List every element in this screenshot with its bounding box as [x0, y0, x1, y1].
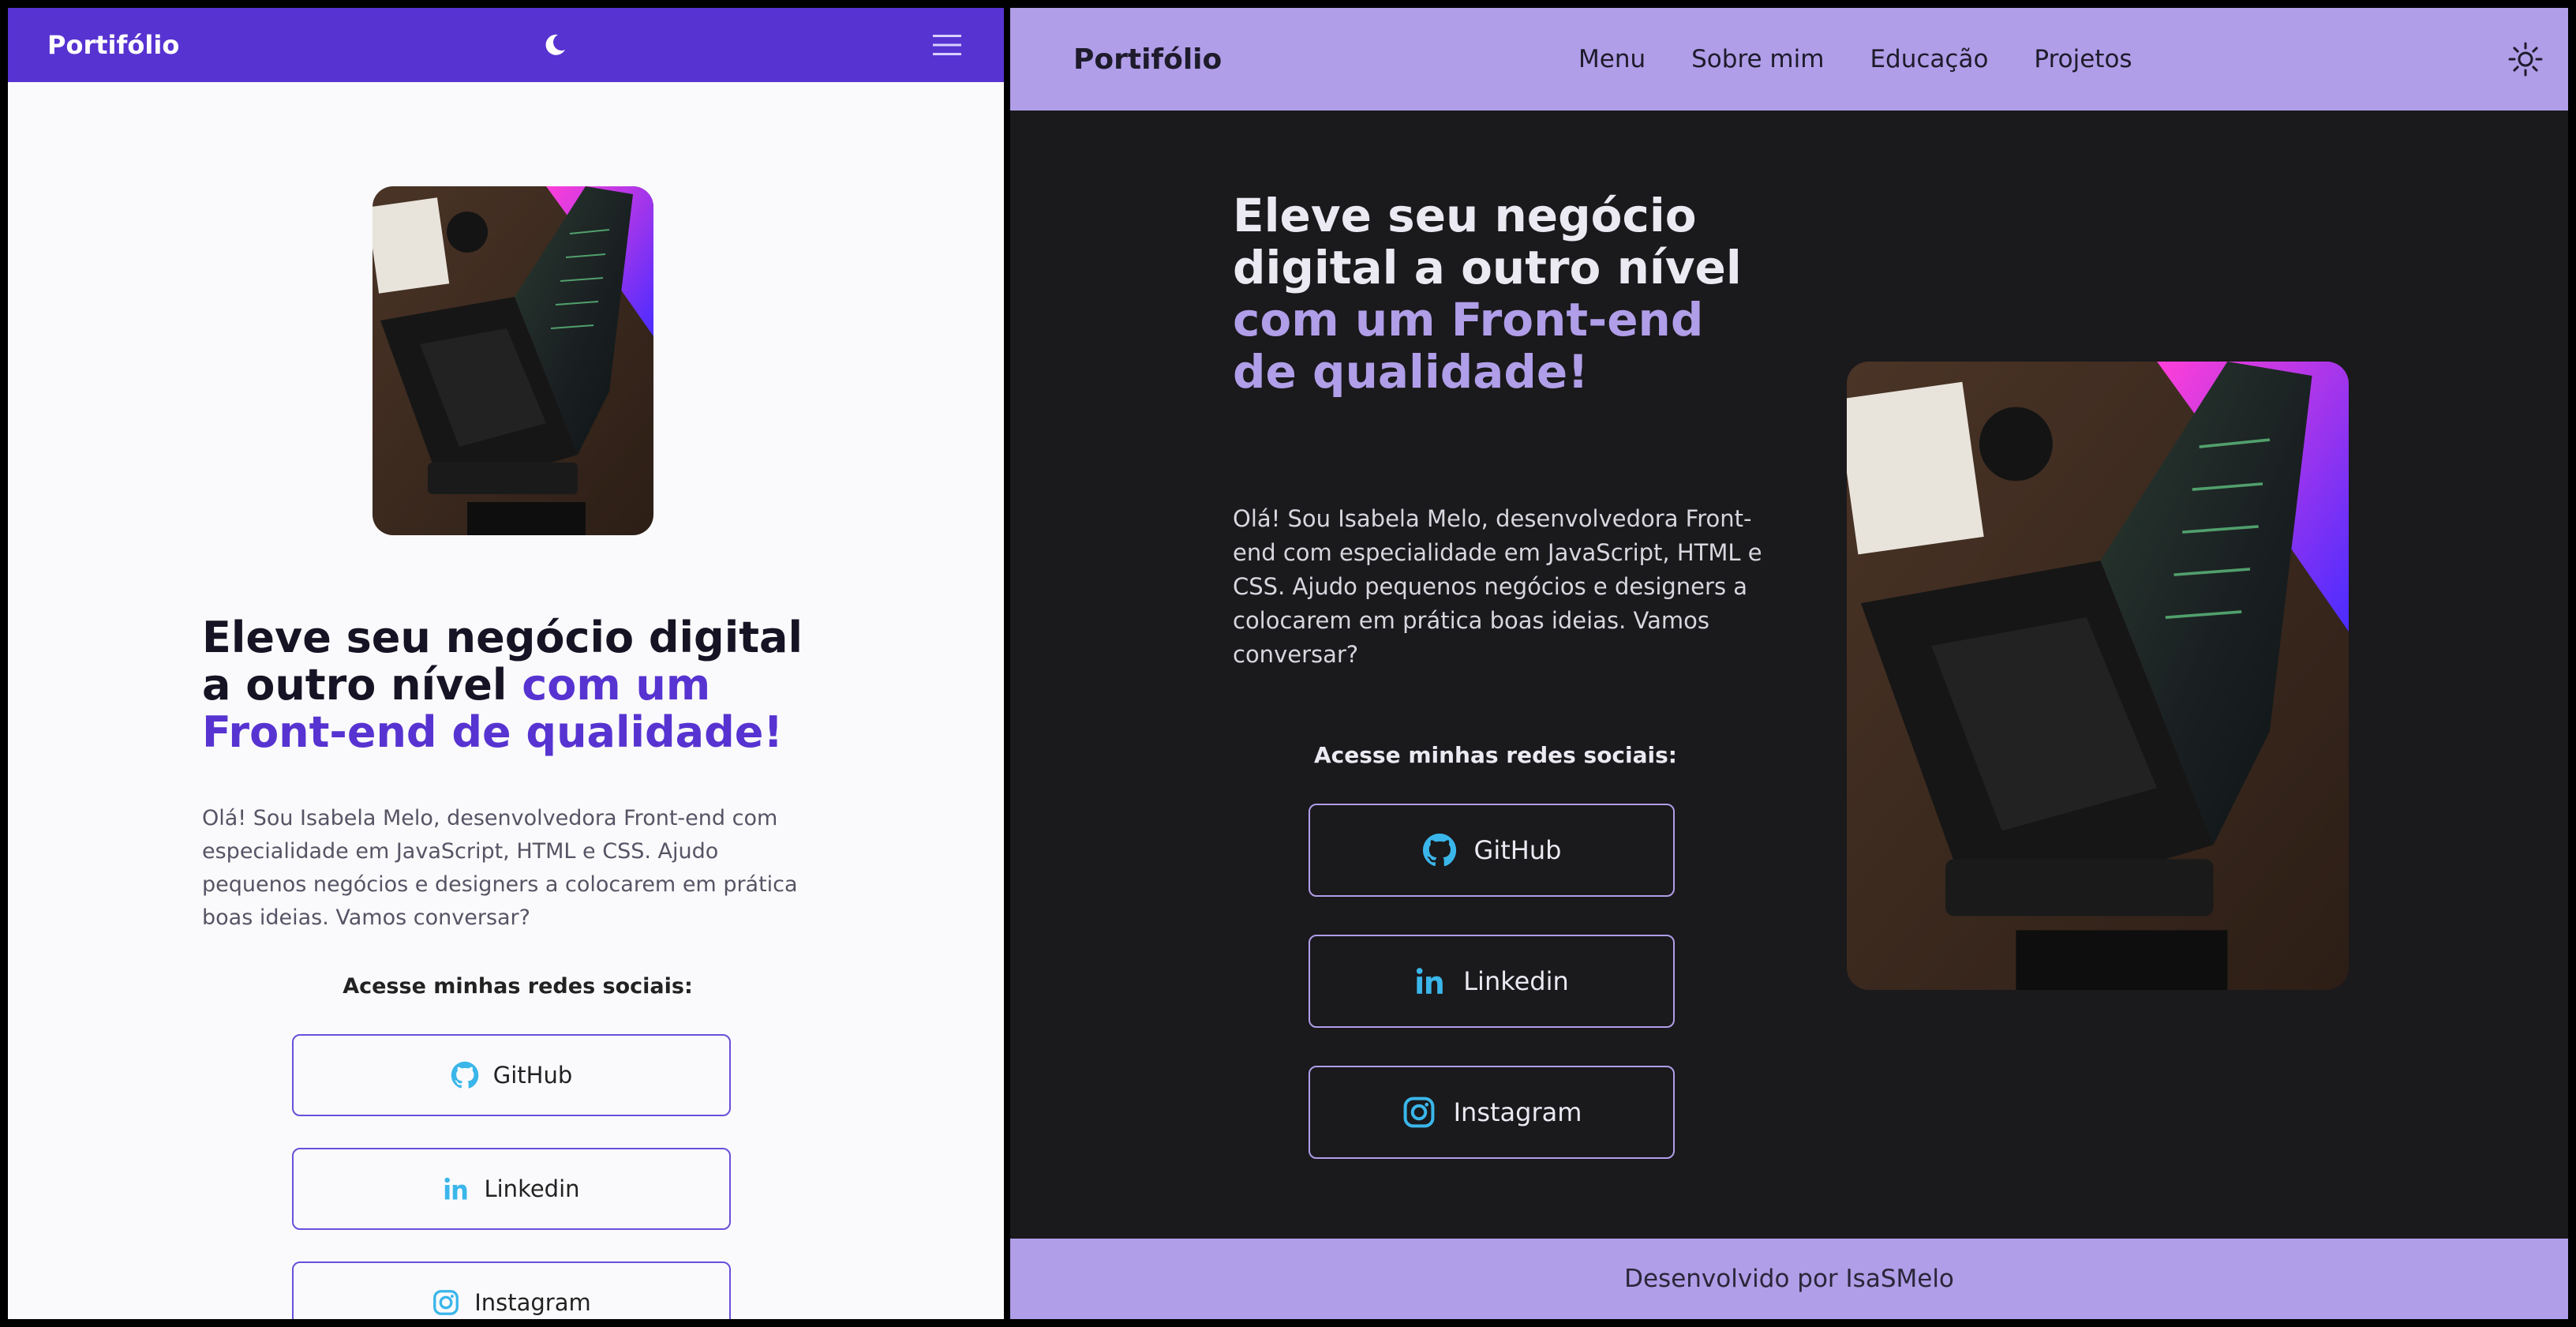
nav-about[interactable]: Sobre mim	[1691, 45, 1824, 73]
linkedin-icon	[1414, 965, 1446, 997]
desktop-dark-view: Portifólio Menu Sobre mim Educação Proje…	[1010, 8, 2568, 1319]
footer-credit: Desenvolvido por IsaSMelo	[1624, 1265, 1954, 1293]
hero-headline: Eleve seu negócio digital a outro nível …	[1233, 189, 1754, 398]
instagram-icon	[432, 1288, 460, 1317]
github-label: GitHub	[492, 1062, 573, 1089]
social-heading: Acesse minhas redes sociais:	[343, 974, 693, 999]
hero-headline: Eleve seu negócio digital a outro nível …	[202, 614, 833, 756]
laptop-desk-photo	[1847, 362, 2349, 990]
mobile-light-view: Portifólio Eleve seu negócio digital a o…	[8, 8, 1004, 1319]
footer: Desenvolvido por IsaSMelo	[1010, 1239, 2568, 1319]
headline-text: Eleve seu negócio digital a outro nível	[202, 613, 803, 710]
brand-logo[interactable]: Portifólio	[47, 30, 179, 60]
github-button[interactable]: GitHub	[1309, 804, 1675, 897]
sun-icon[interactable]	[2507, 40, 2544, 78]
nav-projects[interactable]: Projetos	[2034, 45, 2132, 73]
brand-logo[interactable]: Portifólio	[1073, 43, 1222, 76]
instagram-icon	[1402, 1095, 1436, 1130]
linkedin-label: Linkedin	[484, 1175, 580, 1202]
hamburger-menu-icon[interactable]	[930, 29, 964, 61]
intro-paragraph: Olá! Sou Isabela Melo, desenvolvedora Fr…	[202, 806, 798, 930]
nav-education[interactable]: Educação	[1870, 45, 1988, 73]
linkedin-icon	[443, 1175, 470, 1202]
github-icon	[451, 1061, 479, 1089]
headline-accent-text: com um Front-end de qualidade!	[1233, 293, 1704, 399]
main-nav: Menu Sobre mim Educação Projetos	[1578, 8, 2132, 111]
linkedin-button[interactable]: Linkedin	[1309, 935, 1675, 1028]
moon-icon[interactable]	[539, 29, 571, 61]
instagram-button[interactable]: Instagram	[292, 1261, 731, 1319]
github-label: GitHub	[1473, 835, 1562, 865]
github-icon	[1422, 833, 1457, 868]
laptop-desk-photo	[373, 186, 653, 535]
instagram-button[interactable]: Instagram	[1309, 1066, 1675, 1159]
linkedin-button[interactable]: Linkedin	[292, 1148, 731, 1230]
linkedin-label: Linkedin	[1463, 966, 1569, 996]
instagram-label: Instagram	[1453, 1097, 1582, 1127]
github-button[interactable]: GitHub	[292, 1034, 731, 1116]
social-heading: Acesse minhas redes sociais:	[1314, 742, 1677, 768]
headline-text: Eleve seu negócio digital a outro nível	[1233, 189, 1742, 294]
mobile-navbar: Portifólio	[8, 8, 1004, 82]
nav-menu[interactable]: Menu	[1578, 45, 1646, 73]
intro-paragraph: Olá! Sou Isabela Melo, desenvolvedora Fr…	[1233, 505, 1762, 668]
desktop-navbar: Portifólio Menu Sobre mim Educação Proje…	[1010, 8, 2568, 111]
instagram-label: Instagram	[474, 1289, 591, 1316]
